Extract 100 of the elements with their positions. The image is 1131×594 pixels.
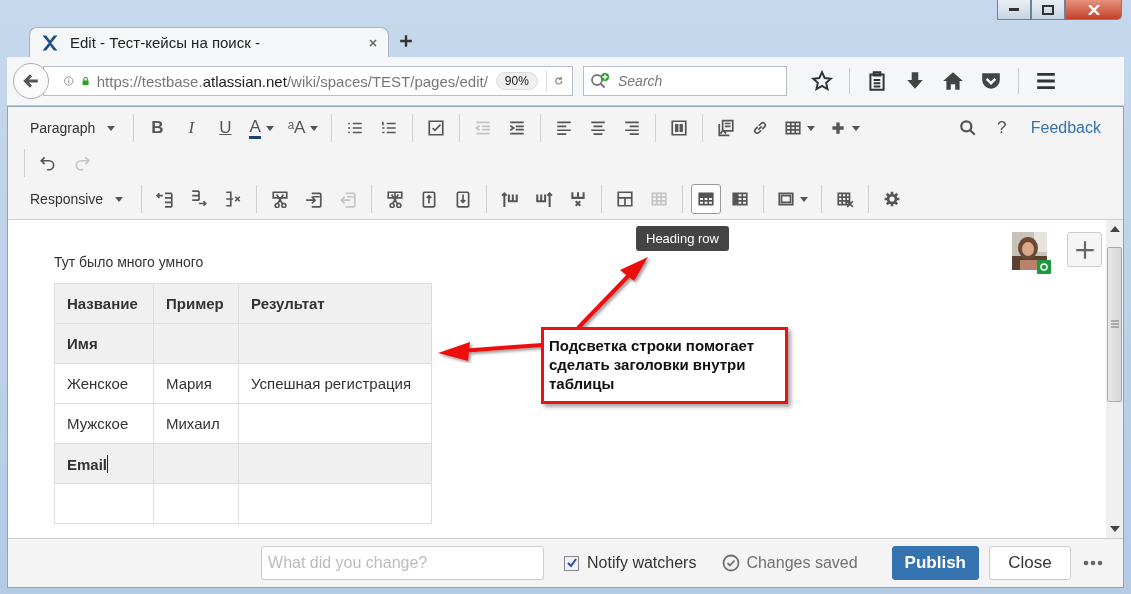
format-button[interactable]: A — [244, 113, 279, 143]
caret-icon — [310, 125, 319, 131]
row-delete-icon — [224, 190, 243, 208]
check-circle-icon — [722, 554, 741, 572]
feedback-link[interactable]: Feedback — [1030, 119, 1101, 137]
search-icon — [589, 72, 611, 90]
callout-note: Подсветка строки помогает сделать заголовки внутри таблицы — [541, 327, 788, 404]
table-header-cell[interactable]: Пример — [153, 283, 239, 324]
zoom-badge[interactable]: 90% — [495, 72, 538, 90]
search-field[interactable]: Search — [583, 66, 787, 96]
column-cut-icon — [386, 190, 405, 208]
heading-row-icon — [697, 190, 716, 208]
minimize-button[interactable] — [997, 0, 1031, 20]
cell-icon — [777, 190, 796, 208]
plus-icon — [1074, 239, 1095, 260]
close-button[interactable]: Close — [989, 546, 1071, 580]
column-insert-icon — [501, 190, 520, 208]
table-cell[interactable] — [54, 483, 154, 524]
format-button[interactable]: ᵃA — [282, 113, 324, 143]
tab-title: Edit - Тест-кейсы на поиск - — [70, 34, 261, 51]
table-icon — [616, 190, 635, 208]
row-insert-icon — [156, 190, 175, 208]
close-window-button[interactable] — [1065, 0, 1122, 20]
checkbox-label[interactable]: Notify watchers — [587, 554, 697, 572]
format-button[interactable]: U — [210, 113, 241, 143]
address-bar[interactable]: https://testbase.atlassian.net/wiki/spaces/TEST/pages/edit/ 90% — [43, 66, 573, 96]
back-arrow-icon — [22, 72, 40, 90]
table-header-cell[interactable]: Название — [54, 283, 154, 324]
row-paste-icon — [339, 190, 358, 208]
menu-icon[interactable] — [1035, 70, 1057, 92]
back-button[interactable] — [13, 63, 49, 99]
table-cell[interactable]: Женское — [54, 363, 154, 404]
more-icon[interactable] — [1083, 560, 1103, 566]
minimize-icon — [1009, 7, 1019, 12]
scroll-down-icon[interactable] — [1109, 526, 1120, 532]
format-button[interactable]: B — [142, 113, 173, 143]
table-cell[interactable]: Успешная регистрация — [238, 363, 432, 404]
align-left-icon — [555, 119, 574, 137]
scrollbar[interactable] — [1106, 220, 1123, 538]
info-icon[interactable] — [64, 73, 74, 89]
style-dropdown[interactable]: Paragraph — [18, 116, 128, 140]
task-checkbox-icon — [427, 119, 446, 137]
layout-icon — [670, 119, 689, 137]
caret-icon — [107, 125, 116, 131]
table-icon — [784, 119, 803, 137]
add-button[interactable] — [1067, 232, 1102, 267]
style-dropdown[interactable]: Responsive — [18, 187, 136, 211]
table-header-cell[interactable] — [238, 323, 432, 364]
table-header-cell[interactable]: Email — [54, 443, 154, 484]
save-status: Changes saved — [746, 554, 858, 572]
table-icon — [650, 190, 669, 208]
scroll-thumb[interactable] — [1107, 246, 1122, 402]
table-header-cell[interactable] — [238, 443, 432, 484]
tooltip: Heading row — [636, 226, 729, 251]
notify-checkbox[interactable] — [564, 555, 580, 571]
grip-icon — [1110, 320, 1119, 328]
table-header-cell[interactable]: Результат — [238, 283, 432, 324]
close-icon[interactable] — [368, 37, 378, 48]
indent-icon — [508, 119, 527, 137]
table-cell[interactable] — [238, 403, 432, 444]
align-right-icon — [623, 119, 642, 137]
scroll-up-icon[interactable] — [1109, 226, 1120, 232]
new-tab-button[interactable] — [397, 32, 415, 50]
caret-icon — [115, 196, 124, 202]
format-button[interactable]: I — [176, 113, 207, 143]
presence-icon — [1037, 260, 1051, 274]
table-cell[interactable] — [153, 483, 239, 524]
toolbar-button[interactable] — [691, 184, 722, 214]
caret-icon — [852, 125, 861, 131]
caret-icon — [800, 196, 809, 202]
browser-tab[interactable]: Edit - Тест-кейсы на поиск - — [29, 27, 389, 57]
redo-icon — [73, 154, 91, 172]
settings-icon — [883, 190, 902, 208]
pocket-icon[interactable] — [980, 70, 1002, 92]
reading-list-icon[interactable] — [866, 70, 888, 92]
table-cell[interactable]: Мария — [153, 363, 239, 404]
maximize-icon — [1042, 4, 1054, 15]
outdent-icon — [474, 119, 493, 137]
heading-column-icon — [731, 190, 750, 208]
format-button[interactable]: ? — [986, 113, 1017, 143]
table-cell[interactable]: Михаил — [153, 403, 239, 444]
home-icon[interactable] — [942, 70, 964, 92]
bookmark-star-icon[interactable] — [811, 70, 833, 92]
undo-icon — [39, 154, 57, 172]
table-header-cell[interactable] — [153, 323, 239, 364]
row-insert-icon — [190, 190, 209, 208]
search-icon — [958, 119, 977, 137]
row-paste-icon — [305, 190, 324, 208]
image-icon — [717, 119, 736, 137]
maximize-button[interactable] — [1031, 0, 1065, 20]
comment-field[interactable]: What did you change? — [261, 546, 545, 580]
paragraph: Тут было много умного — [54, 254, 205, 270]
row-cut-icon — [271, 190, 290, 208]
table-header-cell[interactable] — [153, 443, 239, 484]
column-delete-icon — [569, 190, 588, 208]
publish-button[interactable]: Publish — [891, 546, 979, 580]
table-cell[interactable]: Мужское — [54, 403, 154, 444]
table-cell[interactable] — [238, 483, 432, 524]
table-header-cell[interactable]: Имя — [54, 323, 154, 364]
url-text: https://testbase.atlassian.net/wiki/spaces/TEST/pages/edit/ — [96, 72, 488, 90]
